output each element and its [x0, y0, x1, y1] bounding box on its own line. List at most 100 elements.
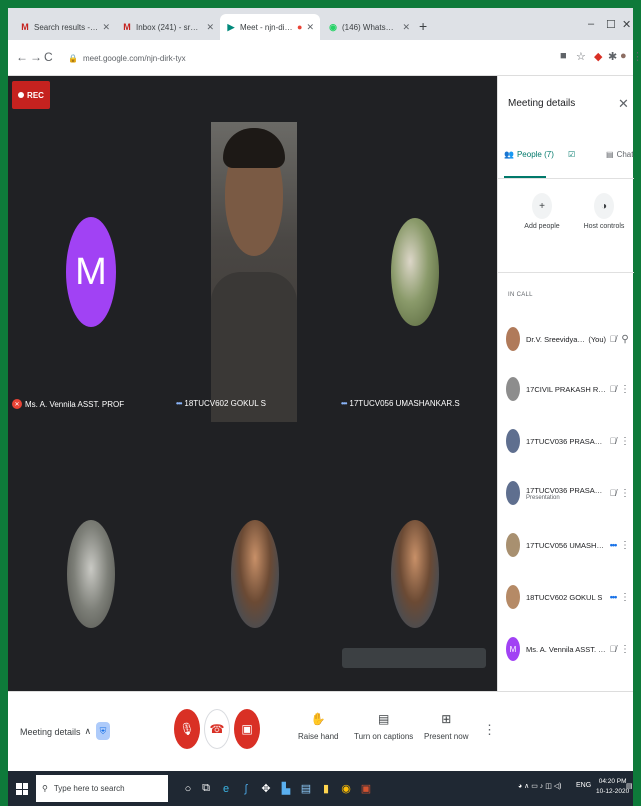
forward-icon[interactable]: → — [30, 50, 42, 64]
list-item[interactable]: 18TUCV602 GOKUL S ••• ⋮ — [506, 582, 630, 612]
audio-level-icon[interactable]: ••• — [606, 592, 620, 602]
edge-icon[interactable]: e — [218, 780, 234, 797]
more-options-icon[interactable]: ⋮ — [483, 722, 496, 738]
browser-tab[interactable]: M Inbox (241) - sreevidyasaravanan@g ✕ — [116, 14, 220, 40]
taskbar-search[interactable]: ⚲ Type here to search — [36, 775, 168, 802]
extension-icon[interactable]: ◆ — [594, 50, 602, 63]
clock[interactable]: 04:20 PM 10-12-2020 — [596, 777, 629, 797]
mic-off-icon[interactable]: 🎙̸ — [606, 384, 620, 394]
mic-off-icon[interactable]: 🎙̸ — [606, 488, 620, 498]
meeting-stage: REC M ✕ Ms. A. Vennila ASST. PROF ••• 18… — [8, 76, 497, 691]
shield-icon[interactable]: ⛨ — [96, 722, 110, 740]
raise-hand-label: Raise hand — [298, 732, 339, 741]
more-options-icon[interactable]: ⋮ — [620, 488, 630, 499]
participant-name: 17TUCV036 PRASANNA.S — [526, 436, 606, 446]
captions-button[interactable]: ▤ Turn on captions — [354, 712, 413, 741]
windows-start-icon[interactable] — [16, 783, 28, 795]
whatsapp-icon: ◉ — [329, 21, 337, 32]
participant-photo — [391, 218, 439, 326]
audio-level-icon[interactable]: ••• — [606, 540, 620, 550]
avatar — [506, 429, 520, 453]
meeting-details-button[interactable]: Meeting details ∧ — [20, 726, 91, 737]
mail-icon[interactable]: ▤ — [298, 780, 314, 797]
mic-toggle-button[interactable]: 🎙 — [174, 709, 200, 749]
app-icon[interactable]: ✥ — [258, 780, 274, 797]
more-options-icon[interactable]: ⋮ — [620, 540, 630, 551]
close-window-button[interactable]: ✕ — [622, 18, 631, 31]
meeting-details-label: Meeting details — [20, 726, 81, 737]
star-icon[interactable]: ☆ — [576, 50, 586, 63]
participant-photo — [231, 520, 279, 628]
close-tab-icon[interactable]: ✕ — [206, 22, 214, 33]
tile-name: ••• 17TUCV056 UMASHANKAR.S — [341, 399, 460, 408]
task-view-icon[interactable]: ⧉ — [198, 780, 214, 797]
participant-name: 18TUCV602 GOKUL S — [526, 592, 603, 602]
add-people-button[interactable]: + Add people — [512, 193, 572, 230]
profile-avatar[interactable]: ● — [620, 50, 627, 62]
tab-chat[interactable]: ▤ Chat — [606, 150, 633, 159]
meet-icon: ▶ — [227, 21, 235, 32]
close-tab-icon[interactable]: ✕ — [402, 22, 410, 33]
presentation-thumbnail[interactable] — [342, 648, 486, 668]
more-options-icon[interactable]: ⋮ — [620, 384, 630, 395]
store-icon[interactable]: ▙ — [278, 780, 294, 797]
back-icon[interactable]: ← — [16, 50, 28, 64]
browser-tab[interactable]: M Search results - v.sreevidya@kin ✕ — [14, 14, 116, 40]
language-indicator[interactable]: ENG — [576, 782, 591, 789]
rec-label: REC — [27, 90, 44, 100]
tab-people[interactable]: 👥 People (7) — [504, 150, 554, 159]
new-tab-button[interactable]: + — [419, 18, 427, 34]
in-call-heading: IN CALL — [508, 292, 533, 298]
minimize-button[interactable]: – — [588, 18, 594, 30]
present-now-button[interactable]: ⊞ Present now — [424, 712, 468, 741]
close-tab-icon[interactable]: ✕ — [306, 22, 314, 33]
camera-indicator-icon[interactable]: ■ — [560, 50, 567, 62]
more-options-icon[interactable]: ⋮ — [620, 644, 630, 655]
leave-call-button[interactable]: ☎ — [204, 709, 230, 749]
tab-chat-label: Chat — [616, 150, 634, 159]
raise-hand-button[interactable]: ✋ Raise hand — [298, 712, 338, 741]
browser-tab[interactable]: ◉ (146) WhatsApp ✕ — [322, 14, 416, 40]
meeting-controls-bar: Meeting details ∧ ⛨ 🎙 ☎ ▣ ✋ Raise hand ▤… — [8, 691, 633, 771]
chrome-icon[interactable]: ◉ — [338, 780, 354, 797]
notifications-icon[interactable]: ▤ — [626, 782, 633, 790]
puzzle-icon[interactable]: ✱ — [608, 50, 617, 63]
you-label: (You) — [588, 334, 606, 344]
url-field[interactable]: 🔒 meet.google.com/njn-dirk-tyx — [68, 48, 548, 68]
browser-tab-active[interactable]: ▶ Meet - njn-dirk-tyx ● ✕ — [220, 14, 320, 40]
menu-icon[interactable]: ⋮ — [632, 50, 641, 63]
mic-off-icon[interactable]: 🎙̸ — [606, 334, 620, 344]
powerpoint-icon[interactable]: ▣ — [358, 780, 374, 797]
list-item[interactable]: 17CIVIL PRAKASH RAJ K 🎙̸ ⋮ — [506, 374, 630, 404]
list-item[interactable]: M Ms. A. Vennila ASST. PROF 🎙̸ ⋮ — [506, 634, 630, 664]
avatar — [506, 585, 520, 609]
close-panel-button[interactable]: ✕ — [618, 96, 629, 112]
mic-off-icon[interactable]: 🎙̸ — [606, 644, 620, 654]
host-controls-button[interactable]: ◑ Host controls — [574, 193, 634, 230]
lock-icon: 🔒 — [68, 53, 78, 63]
maximize-button[interactable]: ☐ — [606, 18, 616, 31]
reload-icon[interactable]: C — [44, 50, 53, 64]
mic-off-icon[interactable]: 🎙̸ — [606, 436, 620, 446]
tile-name-text: Ms. A. Vennila ASST. PROF — [25, 399, 125, 409]
gmail-icon: M — [123, 22, 131, 32]
more-options-icon[interactable]: ⋮ — [620, 436, 630, 447]
cortana-icon[interactable]: ○ — [180, 780, 196, 797]
checklist-icon: ☑ — [568, 150, 576, 159]
camera-toggle-button[interactable]: ▣ — [234, 709, 260, 749]
files-icon[interactable]: ▮ — [318, 780, 334, 797]
mic-off-icon: ✕ — [12, 399, 22, 409]
system-tray-icons[interactable]: ◕ ∧ ▭ ♪ ◫ ◁) — [518, 782, 562, 790]
pin-icon[interactable]: ⚲ — [620, 334, 630, 345]
tab-activities[interactable]: ☑ — [568, 150, 575, 159]
app-icon[interactable]: ʃ — [238, 780, 254, 797]
url-text: meet.google.com/njn-dirk-tyx — [82, 53, 186, 63]
more-options-icon[interactable]: ⋮ — [620, 592, 630, 603]
presentation-label: Presentation — [526, 494, 560, 501]
list-item[interactable]: 17TUCV036 PRASANNA.S 🎙̸ ⋮ — [506, 426, 630, 456]
list-item[interactable]: 17TUCV056 UMASHAN... ••• ⋮ — [506, 530, 630, 560]
close-tab-icon[interactable]: ✕ — [102, 22, 110, 33]
tile-name-text: 18TUCV602 GOKUL S — [184, 399, 266, 408]
list-item[interactable]: Dr.V. Sreevidya Pr... (You) 🎙̸ ⚲ — [506, 324, 630, 354]
list-item[interactable]: 17TUCV036 PRASANNA.S Presentation 🎙̸ ⋮ — [506, 478, 630, 508]
